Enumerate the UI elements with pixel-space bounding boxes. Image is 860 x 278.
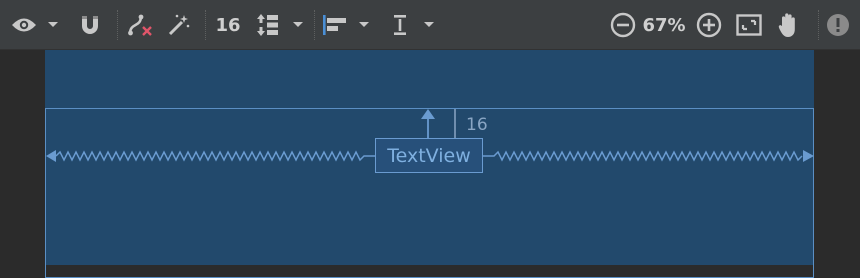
left-constraint-arrowhead <box>46 150 56 162</box>
constraints-overlay <box>46 109 814 162</box>
top-margin-label: 16 <box>466 115 488 135</box>
right-horizontal-constraint <box>483 150 803 162</box>
right-constraint-arrowhead <box>803 150 814 162</box>
left-horizontal-constraint <box>55 150 375 162</box>
textview-widget[interactable]: TextView <box>375 138 483 173</box>
textview-label: TextView <box>387 144 471 167</box>
top-constraint-arrowhead <box>421 109 435 119</box>
